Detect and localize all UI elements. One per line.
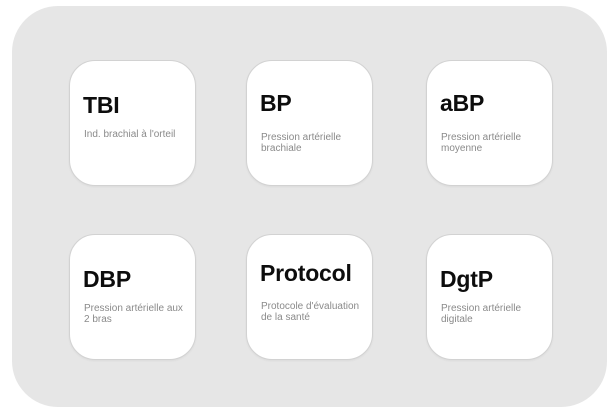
tile-description: Protocole d'évaluation de la santé: [261, 301, 360, 323]
tile-dbp[interactable]: DBP Pression artérielle aux 2 bras: [69, 234, 196, 360]
tile-protocol[interactable]: Protocol Protocole d'évaluation de la sa…: [246, 234, 373, 360]
tile-description: Pression artérielle brachiale: [261, 132, 342, 154]
tile-tbi[interactable]: TBI Ind. brachial à l'orteil: [69, 60, 196, 186]
tile-bp[interactable]: BP Pression artérielle brachiale: [246, 60, 373, 186]
tile-description: Pression artérielle moyenne: [441, 132, 522, 154]
tile-description: Pression artérielle aux 2 bras: [84, 303, 183, 325]
tile-title: DgtP: [440, 266, 493, 292]
tile-title: DBP: [83, 266, 131, 292]
tile-dgtp[interactable]: DgtP Pression artérielle digitale: [426, 234, 553, 360]
tile-abp[interactable]: aBP Pression artérielle moyenne: [426, 60, 553, 186]
tile-title: aBP: [440, 90, 485, 116]
tile-description: Ind. brachial à l'orteil: [84, 129, 176, 140]
tile-title: TBI: [83, 92, 120, 118]
tile-title: Protocol: [260, 260, 352, 286]
tile-title: BP: [260, 90, 292, 116]
tile-description: Pression artérielle digitale: [441, 303, 522, 325]
